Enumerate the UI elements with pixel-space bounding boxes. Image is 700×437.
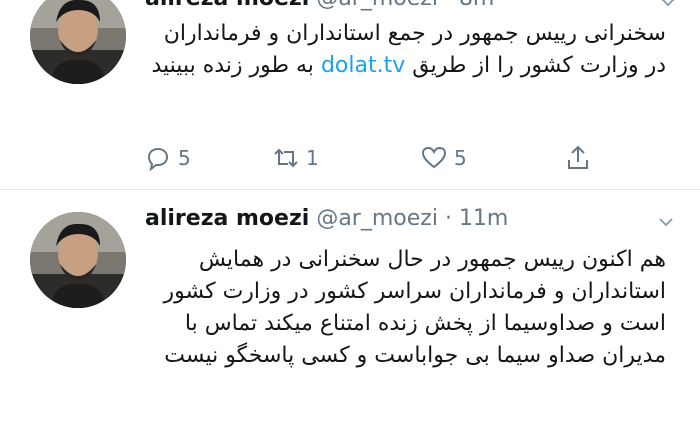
timestamp[interactable]: 8m xyxy=(459,0,494,11)
chevron-down-icon[interactable] xyxy=(658,214,674,230)
like-count: 5 xyxy=(454,146,467,170)
share-button[interactable] xyxy=(564,140,592,176)
tweet-actions: 5 1 5 xyxy=(140,140,600,176)
author-handle[interactable]: @ar_moezi xyxy=(316,206,438,231)
tweet-text-part: به طور زنده ببینید xyxy=(151,53,314,78)
tweet[interactable]: alireza moezi @ar_moezi · 8m سخنرانی ریی… xyxy=(0,0,700,190)
tweet[interactable]: alireza moezi @ar_moezi · 11m هم اکنون ر… xyxy=(0,192,700,437)
tweet-link[interactable]: dolat.tv xyxy=(321,53,405,78)
retweet-button[interactable]: 1 xyxy=(272,140,319,176)
reply-count: 5 xyxy=(178,146,191,170)
retweet-count: 1 xyxy=(306,146,319,170)
tweet-header: alireza moezi @ar_moezi · 11m xyxy=(145,206,508,231)
retweet-icon xyxy=(274,148,298,168)
tweet-text: هم اکنون رییس جمهور در حال سخنرانی در هم… xyxy=(163,247,666,368)
avatar[interactable] xyxy=(30,212,126,308)
like-button[interactable]: 5 xyxy=(420,140,467,176)
heart-icon xyxy=(421,146,447,169)
author-handle[interactable]: @ar_moezi xyxy=(316,0,438,11)
separator: · xyxy=(444,206,452,231)
share-icon xyxy=(568,145,588,169)
avatar[interactable] xyxy=(30,0,126,84)
divider xyxy=(0,189,700,190)
reply-button[interactable]: 5 xyxy=(144,140,191,176)
author-name[interactable]: alireza moezi xyxy=(145,0,309,11)
tweet-header: alireza moezi @ar_moezi · 8m xyxy=(145,0,494,11)
reply-icon xyxy=(147,147,169,172)
author-name[interactable]: alireza moezi xyxy=(145,206,309,231)
timestamp[interactable]: 11m xyxy=(459,206,508,231)
tweet-text: سخنرانی رییس جمهور در جمع استانداران و ف… xyxy=(140,18,666,82)
separator: · xyxy=(445,0,452,11)
chevron-down-icon[interactable] xyxy=(660,0,676,10)
